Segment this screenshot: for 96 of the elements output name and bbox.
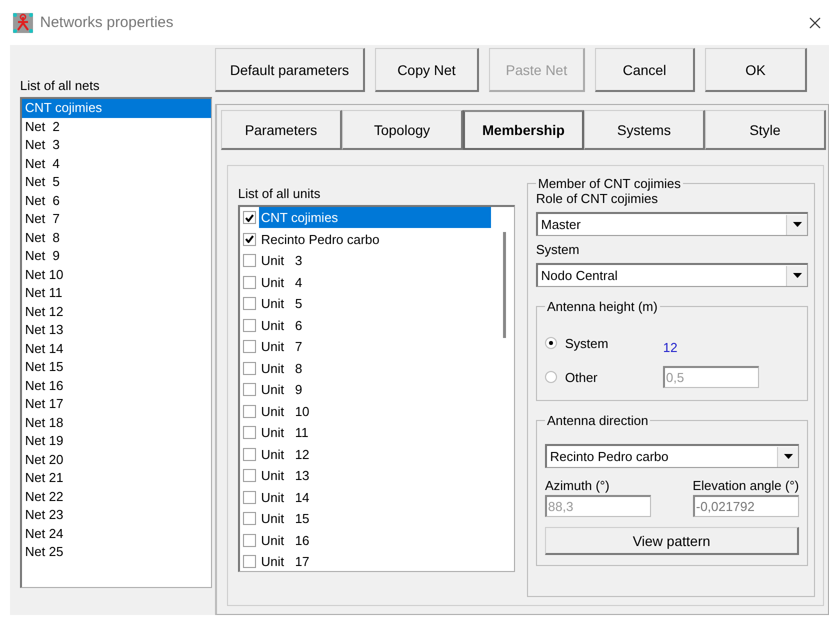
net-list-item[interactable]: Net 18 xyxy=(22,414,211,432)
net-list-item[interactable]: Net 23 xyxy=(22,506,211,524)
checkbox[interactable] xyxy=(243,211,256,224)
unit-list-item[interactable]: Unit 7 xyxy=(259,336,491,358)
action-button[interactable]: Default parameters xyxy=(215,48,365,92)
net-list-item[interactable]: Net 9 xyxy=(22,247,211,266)
checkbox[interactable] xyxy=(243,297,256,310)
group-title: Member of CNT cojimies xyxy=(537,176,682,191)
net-list-item[interactable]: Net 12 xyxy=(22,302,211,321)
checkbox[interactable] xyxy=(243,362,256,375)
system-label: System xyxy=(536,242,580,257)
tab[interactable]: Membership xyxy=(463,110,584,150)
checkbox[interactable] xyxy=(243,469,256,482)
elevation-input-field[interactable]: -0,021792 xyxy=(693,495,799,517)
net-list-item[interactable]: Net 20 xyxy=(22,450,211,469)
unit-list-item[interactable]: Unit 16 xyxy=(259,530,491,551)
checkbox[interactable] xyxy=(243,254,256,268)
net-list-item[interactable]: CNT cojimies xyxy=(22,99,211,118)
action-button[interactable]: Cancel xyxy=(595,48,695,92)
unit-list-item[interactable]: Unit 8 xyxy=(259,358,491,379)
radio-button[interactable] xyxy=(545,371,557,383)
unit-list-item[interactable]: CNT cojimies xyxy=(259,207,491,228)
dropdown[interactable]: Nodo Central xyxy=(536,263,808,287)
tab[interactable]: Topology xyxy=(342,110,463,150)
nets-list[interactable]: CNT cojimies Net 2 Net 3 Net 4 Net 5 Net 6 Net 7 Net 8 Net 9 Net 10 Net 11 Net 12 Net 13 Net 14 Net 15 Net 16 Net 17 Net 18 Net 19 Net 20 Net 21 Net 22 Net 23 Net 24 Net 25 xyxy=(20,97,212,588)
tab[interactable]: Systems xyxy=(584,110,705,150)
net-list-item[interactable]: Net 3 xyxy=(22,136,211,154)
net-list-item[interactable]: Net 10 xyxy=(22,266,211,284)
elevation-label: Elevation angle (°) xyxy=(692,478,799,493)
net-list-item[interactable]: Net 21 xyxy=(22,469,211,488)
window-title: Networks properties xyxy=(40,14,174,31)
net-list-item[interactable]: Net 2 xyxy=(22,118,211,136)
unit-list-item[interactable]: Unit 9 xyxy=(259,379,491,400)
action-button[interactable]: OK xyxy=(705,48,807,92)
dropdown-arrow-icon xyxy=(784,454,792,459)
net-list-item[interactable]: Net 22 xyxy=(22,488,211,506)
checkbox[interactable] xyxy=(243,512,256,526)
group-title: Antenna direction xyxy=(546,413,650,428)
nets-list-label: List of all nets xyxy=(20,78,100,93)
unit-list-item[interactable]: Unit 11 xyxy=(259,422,491,444)
network-app-icon xyxy=(12,12,34,34)
unit-list-item[interactable]: Unit 15 xyxy=(259,508,491,530)
net-list-item[interactable]: Net 24 xyxy=(22,524,211,543)
checkbox[interactable] xyxy=(243,383,256,396)
role-label: Role of CNT cojimies xyxy=(536,191,659,206)
close-icon[interactable] xyxy=(809,16,821,28)
unit-list-item[interactable]: Unit 13 xyxy=(259,465,491,486)
net-list-item[interactable]: Net 15 xyxy=(22,358,211,376)
checkbox[interactable] xyxy=(243,426,256,440)
unit-list-item[interactable]: Unit 10 xyxy=(259,400,491,422)
net-list-item[interactable]: Net 11 xyxy=(22,284,211,302)
checkbox[interactable] xyxy=(243,555,256,568)
net-list-item[interactable]: Net 5 xyxy=(22,173,211,192)
scrollbar-thumb[interactable] xyxy=(503,232,506,338)
unit-list-item[interactable]: Unit 6 xyxy=(259,314,491,336)
dropdown[interactable]: Master xyxy=(536,212,808,236)
tab[interactable]: Style xyxy=(705,110,826,150)
unit-list-item[interactable]: Unit 3 xyxy=(259,250,491,272)
unit-list-item[interactable]: Unit 5 xyxy=(259,293,491,314)
net-list-item[interactable]: Net 25 xyxy=(22,543,211,562)
net-list-item[interactable]: Net 17 xyxy=(22,395,211,414)
checkbox[interactable] xyxy=(243,318,256,332)
net-list-item[interactable]: Net 14 xyxy=(22,340,211,358)
net-list-item[interactable]: Net 16 xyxy=(22,376,211,395)
radio-button[interactable] xyxy=(545,337,557,349)
unit-list-item[interactable]: Unit 14 xyxy=(259,486,491,508)
dropdown[interactable]: Recinto Pedro carbo xyxy=(545,444,799,468)
net-list-item[interactable]: Net 8 xyxy=(22,228,211,247)
checkbox[interactable] xyxy=(243,404,256,418)
net-list-item[interactable]: Net 7 xyxy=(22,210,211,228)
checkbox[interactable] xyxy=(243,276,256,289)
radio-label: Other xyxy=(565,370,599,384)
checkbox[interactable] xyxy=(243,534,256,547)
unit-list-item[interactable]: Unit 17 xyxy=(259,551,491,572)
radio-label: System xyxy=(565,336,610,350)
units-list[interactable]: CNT cojimies Recinto Pedro carbo Unit 3 Unit 4 Unit 5 Unit 6 Unit 7 Unit 8 Unit 9 Unit 10 Unit 11 Unit 12 Unit 13 Unit 14 Unit 15 Unit 16 Unit 17 xyxy=(238,205,515,572)
unit-list-item[interactable]: Recinto Pedro carbo xyxy=(259,228,491,250)
group-title: Antenna height (m) xyxy=(546,299,659,314)
view-pattern-button[interactable]: View pattern xyxy=(545,527,799,555)
azimuth-label: Azimuth (°) xyxy=(545,478,610,493)
action-button[interactable]: Copy Net xyxy=(375,48,479,92)
checkbox[interactable] xyxy=(243,448,256,461)
tab[interactable]: Parameters xyxy=(221,110,342,150)
checkbox[interactable] xyxy=(243,490,256,504)
net-list-item[interactable]: Net 6 xyxy=(22,192,211,210)
system-height-value: 12 xyxy=(663,340,678,354)
checkbox[interactable] xyxy=(243,232,256,246)
units-list-label: List of all units xyxy=(238,186,322,201)
checkbox[interactable] xyxy=(243,340,256,354)
unit-list-item[interactable]: Unit 4 xyxy=(259,272,491,293)
dropdown-arrow-icon xyxy=(792,222,802,227)
unit-list-item[interactable]: Unit 12 xyxy=(259,444,491,465)
net-list-item[interactable]: Net 4 xyxy=(22,154,211,173)
dropdown-arrow-icon xyxy=(792,273,802,278)
net-list-item[interactable]: Net 13 xyxy=(22,321,211,340)
net-list-item[interactable]: Net 19 xyxy=(22,432,211,450)
